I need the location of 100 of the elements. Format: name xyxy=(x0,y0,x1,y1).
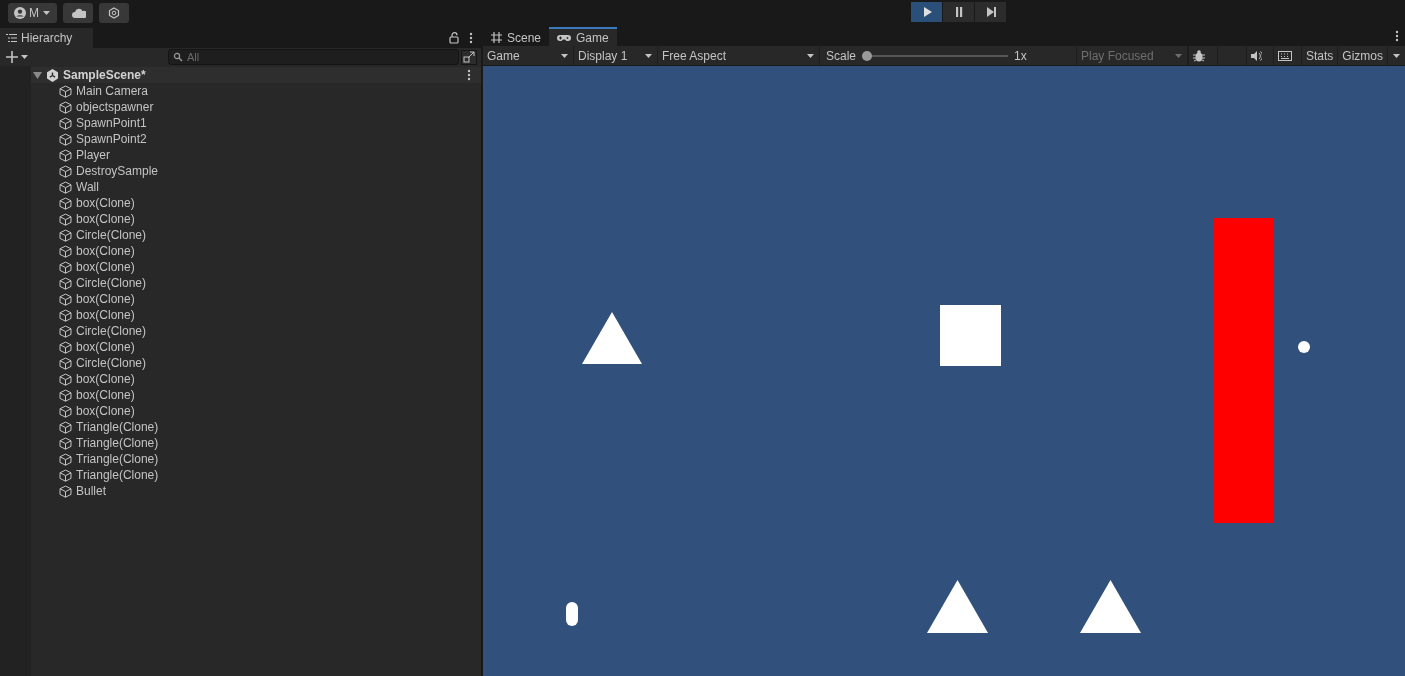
hierarchy-item[interactable]: Triangle(Clone) xyxy=(31,467,481,483)
cube-icon xyxy=(59,420,72,434)
view-dropdown[interactable]: Game xyxy=(482,46,574,65)
step-icon xyxy=(984,6,997,18)
hierarchy-item[interactable]: box(Clone) xyxy=(31,403,481,419)
hierarchy-item[interactable]: Main Camera xyxy=(31,83,481,99)
hierarchy-item[interactable]: DestroySample xyxy=(31,163,481,179)
scene-row[interactable]: SampleScene* xyxy=(31,67,481,83)
more-options-icon xyxy=(1395,30,1399,42)
hierarchy-item[interactable]: SpawnPoint1 xyxy=(31,115,481,131)
cube-icon xyxy=(59,84,72,98)
keyboard-icon xyxy=(1277,50,1292,61)
scale-value: 1x xyxy=(1014,48,1027,63)
services-button[interactable] xyxy=(99,3,129,23)
hierarchy-item[interactable]: box(Clone) xyxy=(31,339,481,355)
hexagon-icon xyxy=(108,7,120,19)
search-field[interactable]: All xyxy=(168,49,459,65)
caret-icon xyxy=(643,51,653,60)
scale-label: Scale xyxy=(825,48,856,63)
hierarchy-item[interactable]: Bullet xyxy=(31,483,481,499)
cube-icon xyxy=(59,212,72,226)
hierarchy-item[interactable]: box(Clone) xyxy=(31,211,481,227)
cube-icon xyxy=(59,452,72,466)
cube-icon xyxy=(59,276,72,290)
hierarchy-item[interactable]: Triangle(Clone) xyxy=(31,451,481,467)
account-button[interactable]: M xyxy=(8,3,57,23)
hierarchy-item[interactable]: box(Clone) xyxy=(31,307,481,323)
display-dropdown[interactable]: Display 1 xyxy=(573,46,658,65)
cube-icon xyxy=(59,260,72,274)
cube-icon xyxy=(59,228,72,242)
more-options-icon xyxy=(468,32,473,44)
more-options-icon xyxy=(466,69,471,81)
cube-icon xyxy=(59,196,72,210)
cube-icon xyxy=(59,324,72,338)
account-icon xyxy=(14,7,26,19)
hierarchy-item[interactable]: Circle(Clone) xyxy=(31,323,481,339)
triangle-shape xyxy=(581,312,642,364)
cube-icon xyxy=(59,484,72,498)
cube-icon xyxy=(59,436,72,450)
caret-icon xyxy=(1392,51,1401,60)
cube-icon xyxy=(59,148,72,162)
cube-icon xyxy=(59,292,72,306)
stats-button[interactable]: Stats xyxy=(1300,46,1338,65)
hierarchy-item[interactable]: Circle(Clone) xyxy=(31,355,481,371)
caret-icon xyxy=(559,51,569,60)
cloud-button[interactable] xyxy=(63,3,93,23)
cube-icon xyxy=(59,164,72,178)
hierarchy-item[interactable]: box(Clone) xyxy=(31,387,481,403)
hierarchy-item[interactable]: box(Clone) xyxy=(31,371,481,387)
gamepad-icon xyxy=(557,33,571,42)
fold-triangle-icon[interactable] xyxy=(33,70,42,80)
speaker-icon xyxy=(1250,49,1262,62)
triangle-shape xyxy=(926,580,988,633)
cube-icon xyxy=(59,372,72,386)
grid-icon xyxy=(490,32,502,43)
cube-icon xyxy=(59,100,72,114)
game-tab[interactable]: Game xyxy=(549,27,617,46)
hierarchy-item[interactable]: objectspawner xyxy=(31,99,481,115)
hierarchy-item[interactable]: Circle(Clone) xyxy=(31,227,481,243)
hierarchy-item[interactable]: Wall xyxy=(31,179,481,195)
hierarchy-item[interactable]: box(Clone) xyxy=(31,291,481,307)
cloud-icon xyxy=(70,7,86,19)
hierarchy-item[interactable]: SpawnPoint2 xyxy=(31,131,481,147)
hierarchy-item[interactable]: box(Clone) xyxy=(31,259,481,275)
step-button[interactable] xyxy=(975,2,1006,22)
bug-icon xyxy=(1192,49,1205,62)
gizmos-button[interactable]: Gizmos xyxy=(1337,46,1387,65)
cube-icon xyxy=(59,180,72,194)
pause-button[interactable] xyxy=(943,2,974,22)
hierarchy-item[interactable]: Triangle(Clone) xyxy=(31,435,481,451)
unity-scene-icon xyxy=(46,68,59,82)
cube-icon xyxy=(59,132,72,146)
cube-icon xyxy=(59,244,72,258)
cube-icon xyxy=(59,356,72,370)
slider-thumb[interactable] xyxy=(862,50,872,61)
aspect-dropdown[interactable]: Free Aspect xyxy=(657,46,820,65)
hierarchy-item[interactable]: box(Clone) xyxy=(31,195,481,211)
bullet-shape xyxy=(1297,341,1310,353)
cube-icon xyxy=(59,308,72,322)
hierarchy-tab[interactable]: Hierarchy xyxy=(0,28,93,48)
create-button[interactable] xyxy=(6,51,29,63)
hierarchy-item[interactable]: Triangle(Clone) xyxy=(31,419,481,435)
player-shape xyxy=(565,602,578,626)
list-icon xyxy=(6,33,17,43)
triangle-shape xyxy=(1079,580,1141,633)
play-button[interactable] xyxy=(911,2,942,22)
lock-icon xyxy=(448,32,459,44)
caret-icon xyxy=(42,9,51,17)
caret-icon xyxy=(805,51,815,60)
caret-icon xyxy=(20,53,29,61)
cube-icon xyxy=(59,404,72,418)
cube-icon xyxy=(59,388,72,402)
hierarchy-item[interactable]: Circle(Clone) xyxy=(31,275,481,291)
hierarchy-item[interactable]: Player xyxy=(31,147,481,163)
hierarchy-item[interactable]: box(Clone) xyxy=(31,243,481,259)
maximize-icon[interactable] xyxy=(460,49,477,65)
cube-icon xyxy=(59,116,72,130)
plus-icon xyxy=(6,51,18,63)
caret-icon xyxy=(1173,51,1183,60)
cube-icon xyxy=(59,340,72,354)
